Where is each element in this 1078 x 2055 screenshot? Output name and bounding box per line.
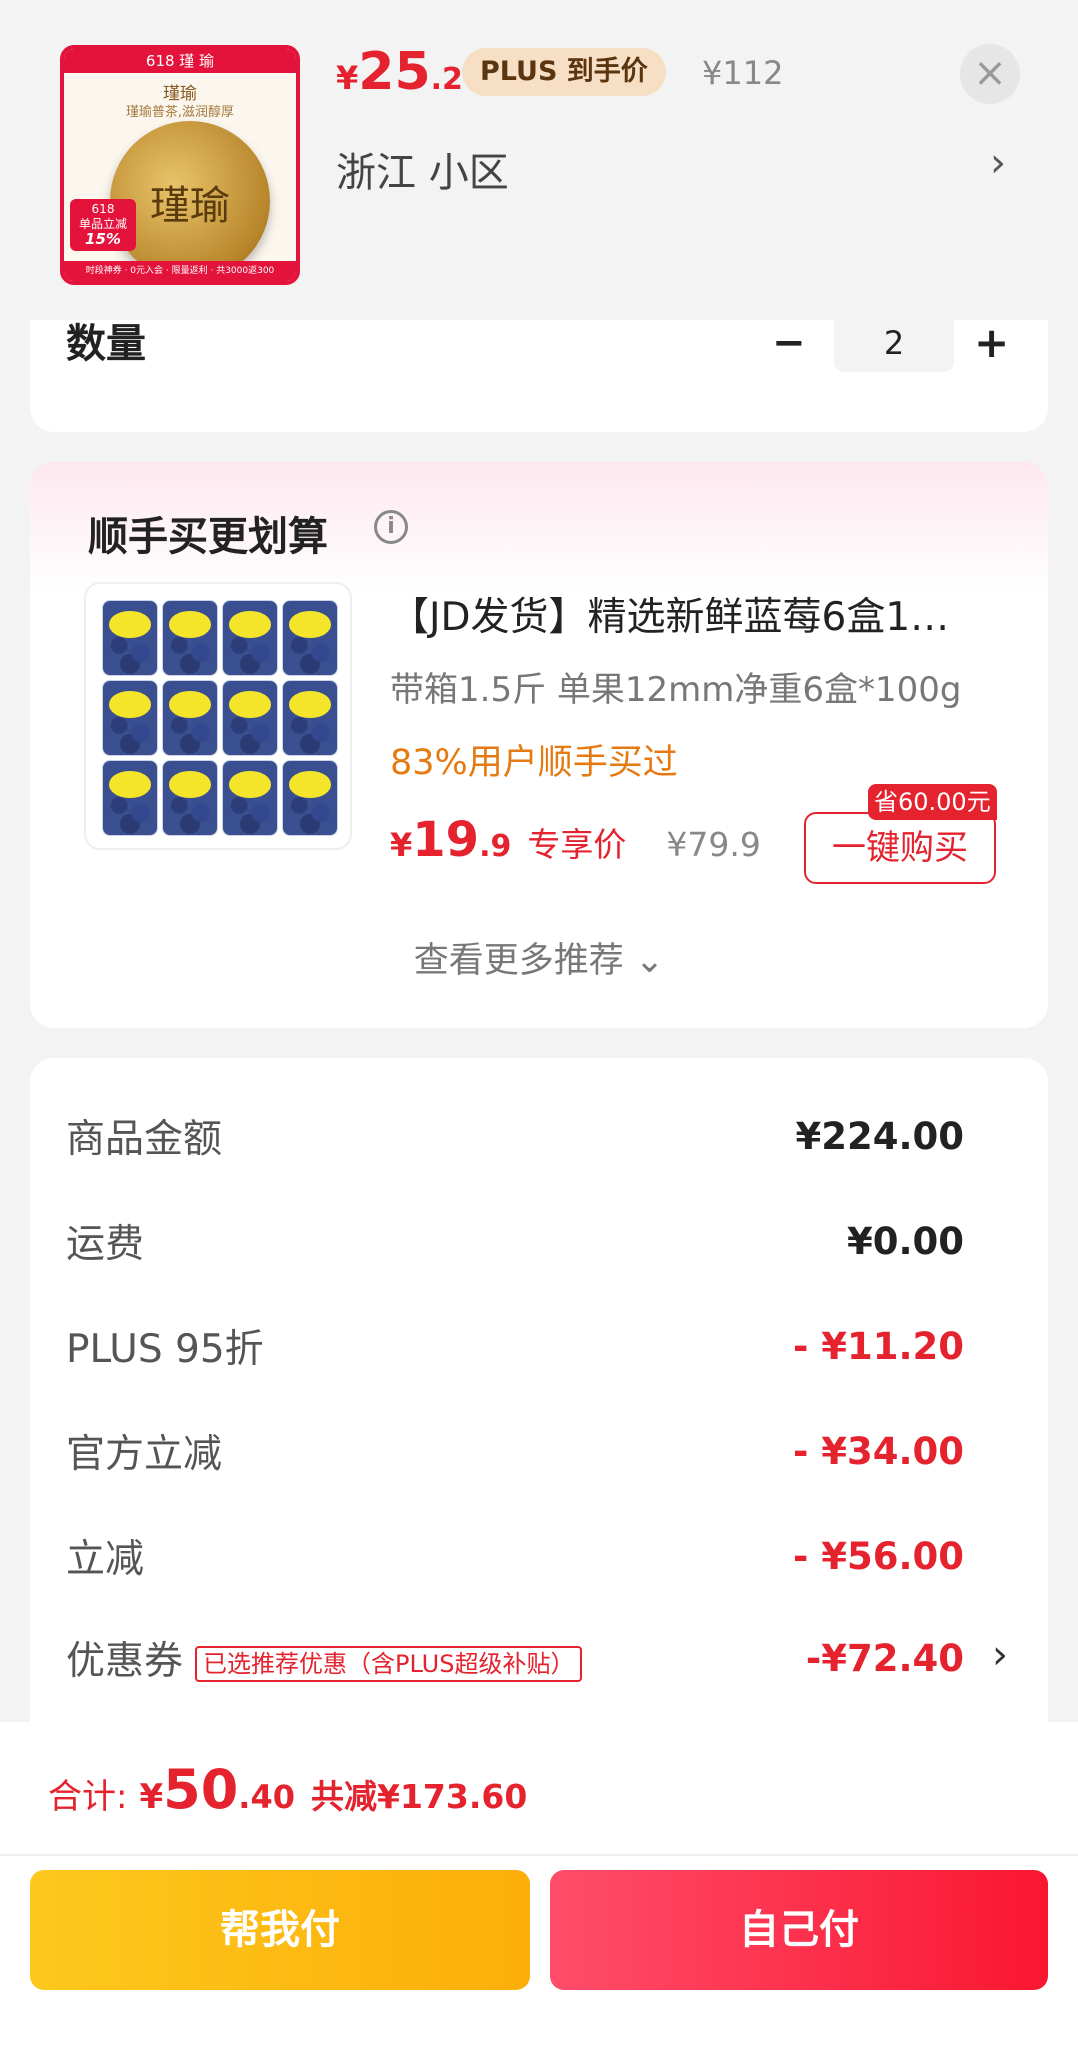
summary-value: - ¥11.20 — [792, 1324, 964, 1368]
info-icon[interactable]: i — [374, 510, 408, 544]
badge-percent: 15% — [85, 230, 121, 248]
blueberry-box — [102, 680, 158, 756]
summary-row-shipping: 运费 ¥0.00 — [66, 1211, 964, 1271]
summary-row-goods-amount: 商品金额 ¥224.00 — [66, 1106, 964, 1166]
delivery-address[interactable]: 浙江 小区 — [336, 140, 509, 198]
quantity-decrease-button[interactable]: − — [772, 320, 806, 366]
one-click-buy-button[interactable]: 一键购买 — [804, 812, 996, 884]
close-icon: × — [973, 50, 1007, 96]
summary-value: ¥0.00 — [846, 1219, 964, 1263]
chevron-right-icon[interactable]: › — [992, 1632, 1008, 1678]
close-button[interactable]: × — [960, 44, 1020, 104]
blueberry-box — [102, 760, 158, 836]
badge-618: 618 — [91, 202, 115, 216]
recommended-item-bought-rate: 83%用户顺手买过 — [390, 743, 678, 783]
total-label: 合计: — [48, 1777, 128, 1817]
blueberry-box — [282, 600, 338, 676]
thumbnail-banner: 618 瑾 瑜 — [64, 49, 296, 73]
blueberry-box — [162, 760, 218, 836]
original-price: ¥112 — [702, 54, 784, 92]
coupon-label: 优惠券 — [66, 1639, 184, 1684]
product-thumbnail[interactable]: 618 瑾 瑜 瑾瑜 瑾瑜普茶,滋润醇厚 瑾瑜 618 单品立减 15% 时段神… — [60, 45, 300, 285]
rec-price-decimal: .9 — [479, 829, 512, 864]
summary-value: ¥224.00 — [795, 1114, 964, 1158]
summary-label: 运费 — [66, 1222, 145, 1267]
blueberry-box — [282, 760, 338, 836]
summary-row-official-discount: 官方立减 - ¥34.00 — [66, 1421, 964, 1481]
blueberry-box — [282, 680, 338, 756]
summary-label: 立减 — [66, 1537, 145, 1582]
summary-value: - ¥34.00 — [792, 1429, 964, 1473]
quantity-increase-button[interactable]: + — [974, 320, 1009, 366]
summary-label: 商品金额 — [66, 1117, 223, 1162]
blueberry-box — [222, 760, 278, 836]
checkout-footer: 合计: ¥ 50 .40 共减¥173.60 帮我付 自己付 — [0, 1722, 1078, 2055]
price-decimal: .2 — [430, 62, 463, 97]
blueberry-box — [222, 600, 278, 676]
rec-original-price: ¥79.9 — [666, 825, 761, 864]
blueberry-box — [222, 680, 278, 756]
recommendation-title: 顺手买更划算 — [88, 514, 328, 560]
coupon-tag: 已选推荐优惠（含PLUS超级补贴） — [195, 1645, 583, 1682]
product-price: ¥ 25 .2 — [336, 42, 477, 102]
badge-label: 单品立减 — [78, 217, 127, 231]
price-currency: ¥ — [336, 59, 359, 97]
price-integer: 25 — [358, 42, 431, 102]
thumbnail-footer: 时段神券 · 0元入会 · 限量返利 · 共3000返300 — [64, 261, 296, 281]
recommendation-card: 顺手买更划算 i 【JD发货】精选新鲜蓝莓6盒1… 带箱1.5斤 单果12mm净… — [30, 462, 1048, 1028]
summary-label: PLUS 95折 — [66, 1327, 264, 1372]
rec-price-integer: 19 — [412, 812, 480, 868]
total-currency: ¥ — [139, 1777, 164, 1817]
chevron-right-icon[interactable]: › — [990, 140, 1006, 186]
help-me-pay-button[interactable]: 帮我付 — [30, 1870, 530, 1990]
total-integer: 50 — [163, 1758, 239, 1821]
blueberry-box — [162, 600, 218, 676]
summary-row-plus-discount: PLUS 95折 - ¥11.20 — [66, 1316, 964, 1376]
summary-row-coupon[interactable]: 优惠券 已选推荐优惠（含PLUS超级补贴） -¥72.40 — [66, 1628, 964, 1688]
recommended-item-image[interactable] — [84, 582, 352, 850]
coupon-label-group: 优惠券 已选推荐优惠（含PLUS超级补贴） — [66, 1630, 583, 1686]
thumbnail-slogan: 瑾瑜普茶,滋润醇厚 — [125, 105, 235, 120]
blueberry-box — [162, 680, 218, 756]
blueberry-boxes-image — [102, 600, 338, 836]
recommended-item-name[interactable]: 【JD发货】精选新鲜蓝莓6盒1… — [390, 586, 1030, 642]
rec-price-currency: ¥ — [390, 826, 413, 864]
recommended-item-price: ¥ 19 .9 专享价 ¥79.9 — [390, 812, 761, 868]
savings-badge: 省60.00元 — [868, 784, 997, 820]
rec-price-tag: 专享价 — [527, 825, 627, 864]
footer-divider — [0, 1854, 1078, 1856]
product-header: 618 瑾 瑜 瑾瑜 瑾瑜普茶,滋润醇厚 瑾瑜 618 单品立减 15% 时段神… — [0, 0, 1078, 320]
coupon-value: -¥72.40 — [805, 1636, 964, 1680]
more-recommendations-link[interactable]: 查看更多推荐 ⌄ — [30, 932, 1048, 983]
blueberry-box — [102, 600, 158, 676]
pay-myself-button[interactable]: 自己付 — [550, 1870, 1048, 1990]
quantity-label: 数量 — [66, 321, 146, 367]
price-summary-card: 商品金额 ¥224.00 运费 ¥0.00 PLUS 95折 - ¥11.20 … — [30, 1058, 1048, 1738]
total-saved: 共减¥173.60 — [310, 1777, 528, 1816]
recommended-item-spec: 带箱1.5斤 单果12mm净重6盒*100g — [390, 670, 962, 710]
summary-label: 官方立减 — [66, 1432, 223, 1477]
plus-price-tag: PLUS 到手价 — [462, 48, 666, 96]
quantity-input[interactable]: 2 — [834, 320, 954, 372]
summary-value: - ¥56.00 — [792, 1534, 964, 1578]
discount-badge: 618 单品立减 15% — [70, 199, 136, 251]
summary-row-instant-discount: 立减 - ¥56.00 — [66, 1526, 964, 1586]
total-amount: 合计: ¥ 50 .40 共减¥173.60 — [48, 1758, 527, 1821]
total-decimal: .40 — [238, 1778, 295, 1816]
quantity-card: 数量 − 2 + — [30, 320, 1048, 432]
